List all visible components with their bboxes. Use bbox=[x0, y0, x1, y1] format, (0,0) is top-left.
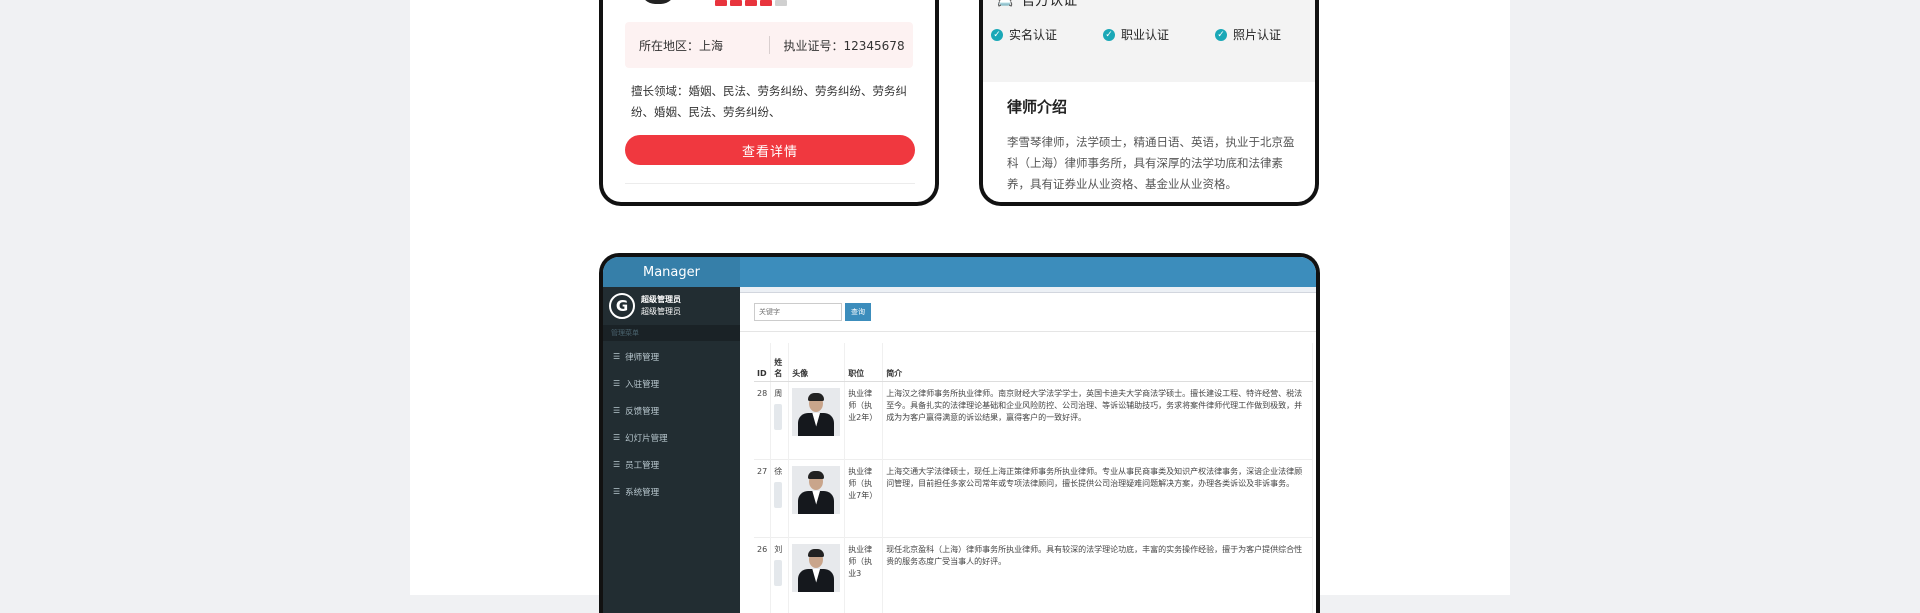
cell-name: 周 bbox=[770, 380, 790, 459]
check-icon: ✓ bbox=[991, 28, 1003, 41]
star-icon bbox=[745, 0, 757, 6]
sidebar-item-label: 幻灯片管理 bbox=[625, 433, 668, 444]
cell-intro: 上海汉之律师事务所执业律师。南京财经大学法学学士，英国卡迪夫大学商法学硕士。擅长… bbox=[882, 380, 1314, 459]
cert-item: ✓ 职业认证 bbox=[1103, 26, 1215, 43]
sidebar-item-system[interactable]: ☰ 系统管理 bbox=[603, 478, 740, 505]
certificate-icon: 📇 bbox=[997, 0, 1014, 8]
cert-item: ✓ 照片认证 bbox=[1215, 26, 1315, 43]
search-bar: 查询 bbox=[754, 303, 871, 321]
menu-icon: ☰ bbox=[613, 487, 621, 496]
user-name: 超级管理员 bbox=[641, 295, 681, 304]
cell-name: 刘 bbox=[770, 536, 790, 613]
sidebar-item-slides[interactable]: ☰ 幻灯片管理 bbox=[603, 424, 740, 451]
cell-photo bbox=[788, 536, 846, 613]
lawyer-photo bbox=[792, 387, 841, 436]
star-icon bbox=[715, 0, 727, 6]
cell-position: 执业律师（执业2年） bbox=[844, 380, 884, 459]
admin-sidebar: G 超级管理员 超级管理员 管理菜单 ☰ 律师管理 ☰ 入驻管理 ☰ 反馈管理 ☰ 幻灯… bbox=[603, 287, 740, 613]
cert-item: ✓ 实名认证 bbox=[991, 26, 1103, 43]
lawyer-table: ID 姓名 头像 职位 简介 28 周 执业律师（执业2年） 上海汉之律师事务所… bbox=[754, 343, 1314, 613]
cell-photo bbox=[788, 458, 846, 537]
region-label: 所在地区：上海 bbox=[639, 38, 724, 53]
cert-list: ✓ 实名认证 ✓ 职业认证 ✓ 照片认证 bbox=[991, 26, 1315, 43]
cell-id: 26 bbox=[754, 536, 772, 613]
sidebar-item-onboarding[interactable]: ☰ 入驻管理 bbox=[603, 370, 740, 397]
redacted-name bbox=[774, 481, 783, 508]
admin-window: Manager G 超级管理员 超级管理员 管理菜单 ☰ 律师管理 ☰ 入驻管理 ☰… bbox=[599, 253, 1320, 613]
intro-title: 律师介绍 bbox=[1007, 98, 1068, 116]
sidebar-item-label: 系统管理 bbox=[625, 487, 660, 498]
admin-brand[interactable]: Manager bbox=[603, 257, 740, 287]
check-icon: ✓ bbox=[1103, 28, 1115, 41]
lawyer-card-phone: 所在地区：上海 执业证号：12345678 擅长领域：婚姻、民法、劳务纠纷、劳务… bbox=[599, 0, 939, 206]
menu-icon: ☰ bbox=[613, 460, 621, 469]
lawyer-photo bbox=[792, 543, 841, 592]
cell-position: 执业律师（执业7年） bbox=[844, 458, 884, 537]
menu-icon: ☰ bbox=[613, 406, 621, 415]
table-row[interactable]: 27 徐 执业律师（执业7年） 上海交通大学法律硕士，现任上海正策律师事务所执业… bbox=[754, 458, 1314, 537]
cell-id: 27 bbox=[754, 458, 772, 537]
redacted-name bbox=[774, 403, 783, 430]
star-icon bbox=[760, 0, 772, 6]
intro-text: 李雪琴律师，法学硕士，精通日语、英语，执业于北京盈科（上海）律师事务所，具有深厚… bbox=[1007, 135, 1295, 191]
lawyer-profile-phone: 📇 官方认证 ✓ 实名认证 ✓ 职业认证 ✓ 照片认证 律师介绍 李雪琴律师，法学硕士… bbox=[979, 0, 1319, 206]
cell-intro: 现任北京盈科（上海）律师事务所执业律师。具有较深的法学理论功底，丰富的实务操作经… bbox=[882, 536, 1314, 613]
search-input[interactable] bbox=[754, 303, 842, 321]
logo-icon: G bbox=[609, 293, 635, 319]
sidebar-item-label: 员工管理 bbox=[625, 460, 660, 471]
menu-icon: ☰ bbox=[613, 433, 621, 442]
star-empty-icon bbox=[775, 0, 787, 6]
sidebar-item-staff[interactable]: ☰ 员工管理 bbox=[603, 451, 740, 478]
cert-label: 照片认证 bbox=[1233, 28, 1282, 42]
col-position[interactable]: 职位 bbox=[844, 343, 884, 382]
sidebar-nav: ☰ 律师管理 ☰ 入驻管理 ☰ 反馈管理 ☰ 幻灯片管理 ☰ 员工管理 ☰ 系统管理 bbox=[603, 343, 740, 505]
user-role: 超级管理员 bbox=[641, 307, 681, 316]
sidebar-item-label: 入驻管理 bbox=[625, 379, 660, 390]
menu-icon: ☰ bbox=[613, 352, 621, 361]
lawyer-photo bbox=[792, 465, 841, 514]
cell-name: 徐 bbox=[770, 458, 790, 537]
col-photo[interactable]: 头像 bbox=[788, 343, 846, 382]
check-icon: ✓ bbox=[1215, 28, 1227, 41]
star-icon bbox=[730, 0, 742, 6]
user-panel: G 超级管理员 超级管理员 bbox=[603, 287, 740, 325]
official-cert-title: 官方认证 bbox=[1021, 0, 1078, 9]
card-divider bbox=[625, 183, 915, 184]
lawyer-intro-card: 律师介绍 李雪琴律师，法学硕士，精通日语、英语，执业于北京盈科（上海）律师事务所… bbox=[993, 82, 1305, 202]
rating-stars bbox=[715, 0, 787, 6]
table-row[interactable]: 28 周 执业律师（执业2年） 上海汉之律师事务所执业律师。南京财经大学法学学士… bbox=[754, 380, 1314, 459]
license-label: 执业证号：12345678 bbox=[783, 38, 905, 53]
admin-content: 查询 ID 姓名 头像 职位 简介 28 周 执业律师（执业2年） 上 bbox=[740, 287, 1316, 613]
col-id[interactable]: ID bbox=[754, 343, 772, 382]
sidebar-item-feedback[interactable]: ☰ 反馈管理 bbox=[603, 397, 740, 424]
lawyer-avatar bbox=[641, 0, 675, 4]
cert-label: 职业认证 bbox=[1121, 28, 1170, 42]
official-cert-header: 📇 官方认证 bbox=[997, 0, 1077, 10]
content-top-border bbox=[740, 287, 1316, 293]
menu-icon: ☰ bbox=[613, 379, 621, 388]
view-detail-button[interactable]: 查看详情 bbox=[625, 135, 915, 165]
sidebar-item-label: 反馈管理 bbox=[625, 406, 660, 417]
table-row[interactable]: 26 刘 执业律师（执业3 现任北京盈科（上海）律师事务所执业律师。具有较深的法… bbox=[754, 536, 1314, 613]
redacted-name bbox=[774, 559, 783, 586]
nav-header: 管理菜单 bbox=[603, 325, 740, 341]
content-divider bbox=[740, 331, 1316, 332]
search-button[interactable]: 查询 bbox=[845, 303, 871, 321]
sidebar-item-lawyers[interactable]: ☰ 律师管理 bbox=[603, 343, 740, 370]
cell-position: 执业律师（执业3 bbox=[844, 536, 884, 613]
col-intro[interactable]: 简介 bbox=[882, 343, 1314, 382]
col-name[interactable]: 姓名 bbox=[770, 343, 790, 382]
table-header-row: ID 姓名 头像 职位 简介 bbox=[754, 343, 1314, 382]
lawyer-info-box: 所在地区：上海 执业证号：12345678 bbox=[625, 22, 913, 68]
cell-photo bbox=[788, 380, 846, 459]
specialty-text: 擅长领域：婚姻、民法、劳务纠纷、劳务纠纷、劳务纠纷、婚姻、民法、劳务纠纷、 bbox=[631, 84, 907, 119]
cert-label: 实名认证 bbox=[1009, 28, 1058, 42]
cell-id: 28 bbox=[754, 380, 772, 459]
cell-intro: 上海交通大学法律硕士，现任上海正策律师事务所执业律师。专业从事民商事类及知识产权… bbox=[882, 458, 1314, 537]
sidebar-item-label: 律师管理 bbox=[625, 352, 660, 363]
